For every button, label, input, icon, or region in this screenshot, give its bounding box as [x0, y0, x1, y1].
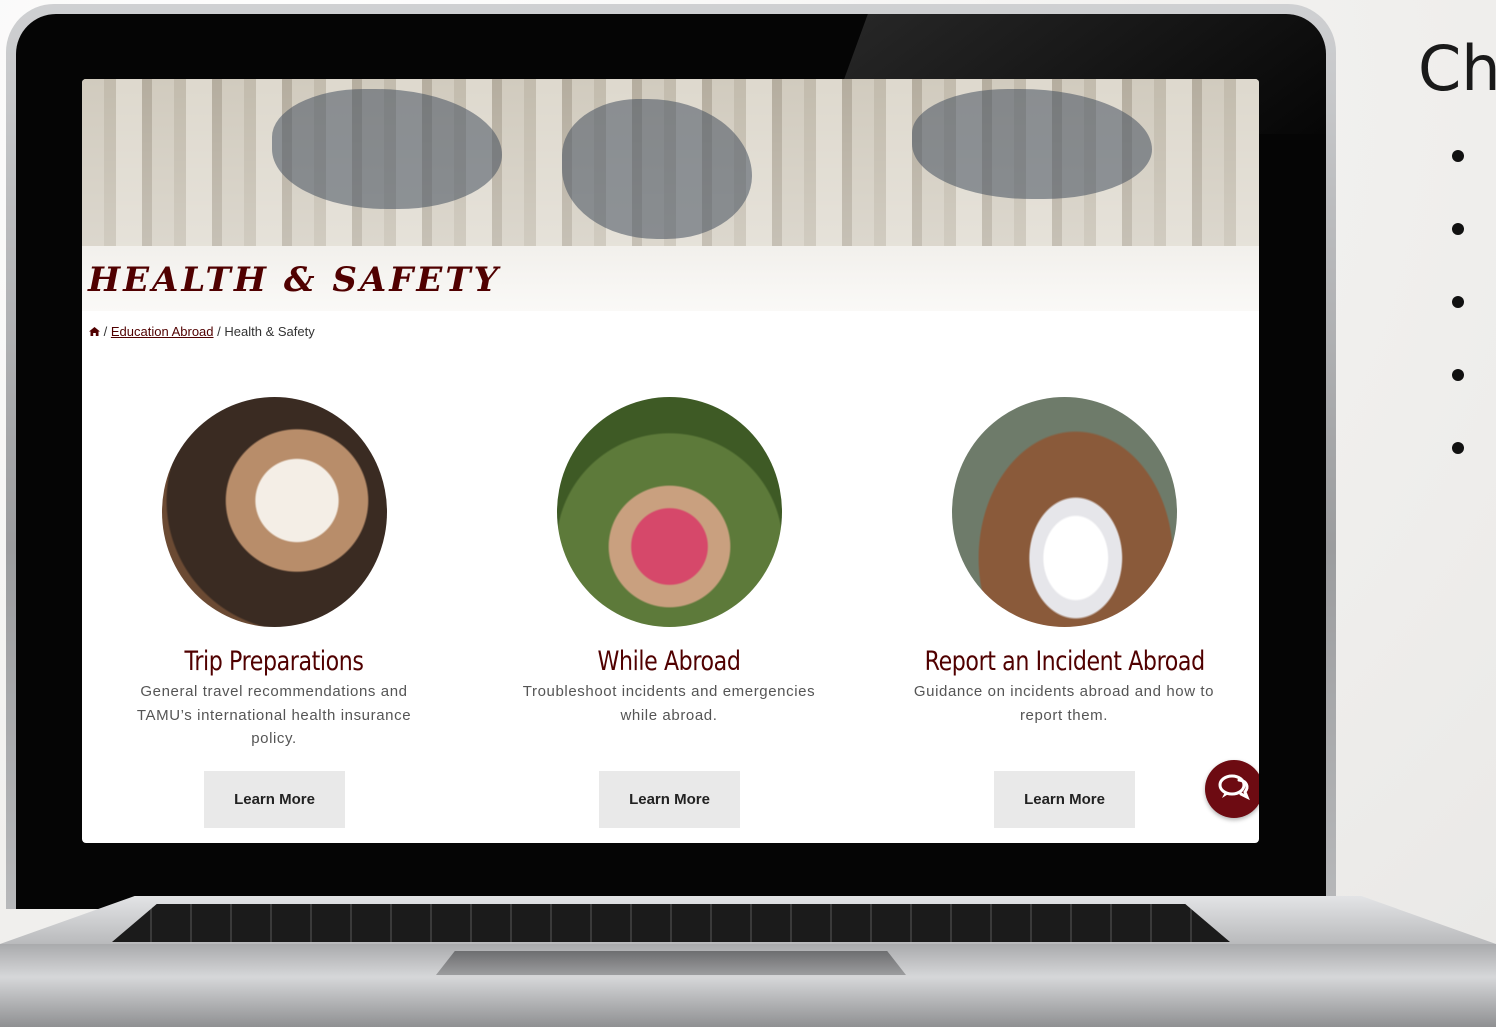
chat-button[interactable]	[1205, 760, 1259, 818]
home-icon[interactable]	[89, 324, 100, 336]
card-image-traveler	[556, 397, 782, 627]
card-description: Guidance on incidents abroad and how to …	[913, 683, 1215, 724]
card-while-abroad: While Abroad Troubleshoot incidents and …	[499, 397, 839, 828]
bullet-dot	[1452, 442, 1464, 454]
bullet-dot	[1452, 296, 1464, 308]
slide-bullet-list	[1452, 150, 1464, 515]
bullet-dot	[1452, 150, 1464, 162]
card-title: While Abroad	[597, 646, 741, 677]
laptop-keyboard	[112, 904, 1230, 942]
learn-more-button[interactable]: Learn More	[599, 771, 740, 828]
slide-heading: Ch	[1418, 32, 1496, 105]
card-image-report	[951, 397, 1177, 627]
card-description: Troubleshoot incidents and emergencies w…	[522, 683, 816, 724]
bullet-dot	[1452, 369, 1464, 381]
breadcrumb: / Education Abroad / Health & Safety	[89, 324, 315, 339]
chat-bubbles-icon	[1217, 772, 1251, 806]
hero-banner	[82, 79, 1259, 246]
card-title: Report an Incident Abroad	[924, 646, 1206, 677]
card-title: Trip Preparations	[184, 646, 364, 677]
learn-more-button[interactable]: Learn More	[204, 771, 345, 828]
card-trip-preparations: Trip Preparations General travel recomme…	[104, 397, 444, 828]
learn-more-button[interactable]: Learn More	[994, 771, 1135, 828]
world-map-overlay	[562, 99, 752, 239]
breadcrumb-separator: /	[103, 324, 108, 339]
breadcrumb-current: Health & Safety	[224, 324, 315, 339]
page-title: HEALTH & SAFETY	[88, 260, 501, 300]
card-report-incident: Report an Incident Abroad Guidance on in…	[894, 397, 1234, 828]
card-description: General travel recommendations and TAMU’…	[136, 683, 412, 747]
laptop-base	[0, 896, 1496, 1027]
browser-screen: HEALTH & SAFETY / Education Abroad / Hea…	[82, 79, 1259, 843]
breadcrumb-link-education-abroad[interactable]: Education Abroad	[111, 324, 214, 339]
breadcrumb-separator: /	[217, 324, 221, 339]
world-map-overlay	[272, 89, 502, 209]
card-image-packing	[161, 397, 387, 627]
bullet-dot	[1452, 223, 1464, 235]
laptop-trackpad-notch	[436, 951, 906, 975]
world-map-overlay	[912, 89, 1152, 199]
